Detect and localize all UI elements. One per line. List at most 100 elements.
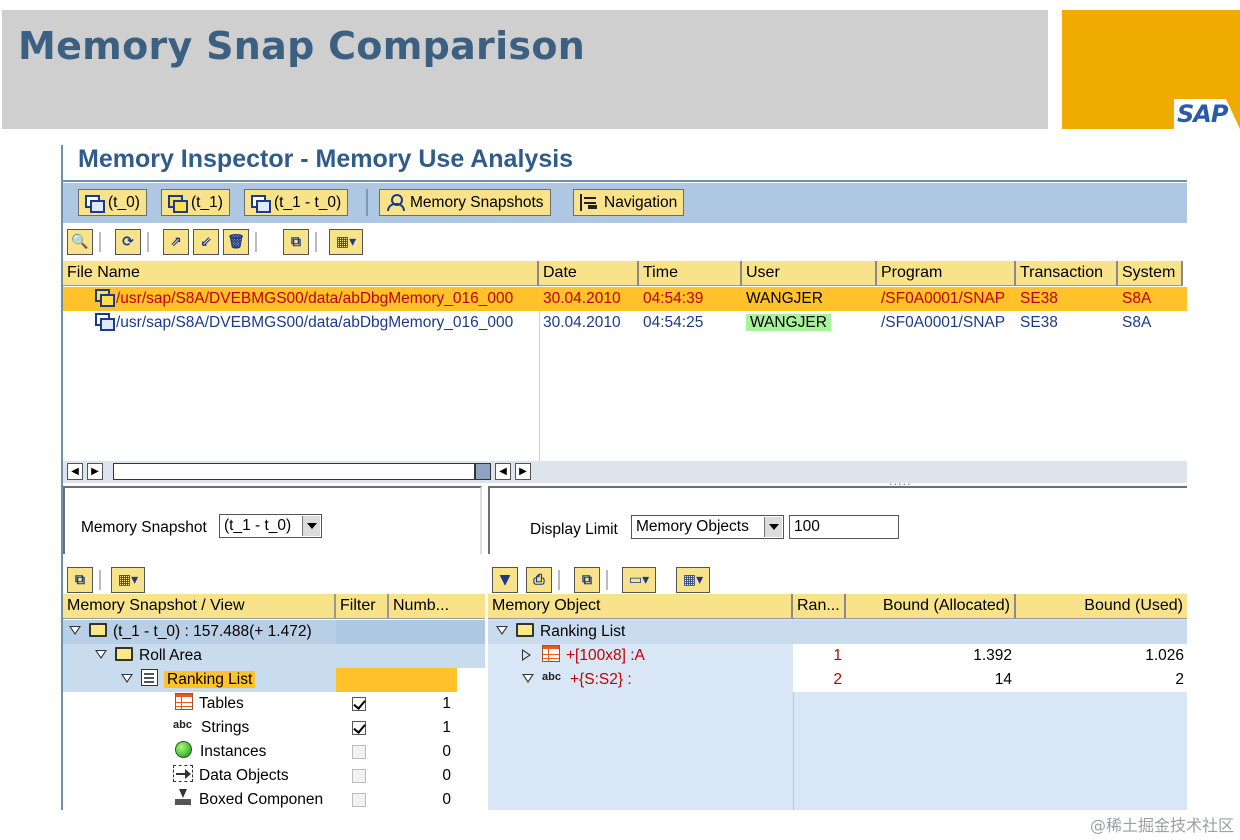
layout-button[interactable]: ▦▾ — [111, 567, 145, 593]
toolbar-separator — [99, 232, 101, 252]
find-button[interactable]: ⧉ — [283, 229, 309, 255]
expand-icon[interactable] — [121, 673, 133, 684]
tree-row-table-object[interactable]: +[100x8] :A 1 1.392 1.026 — [488, 644, 1187, 668]
display-limit-dropdown[interactable]: Memory Objects — [631, 515, 784, 539]
layout-button[interactable]: ▦▾ — [329, 229, 363, 255]
view-icon: ▭▾ — [628, 572, 650, 588]
tree-row-data-objects[interactable]: Data Objects 0 — [63, 764, 485, 788]
file-name: /usr/sap/S8A/DVEBMGS00/data/abDbgMemory_… — [116, 290, 514, 307]
tree-label: +[100x8] :A — [566, 647, 645, 664]
export-icon: ⇗ — [170, 234, 182, 250]
t0-button-label: (t_0) — [108, 193, 140, 211]
col-number[interactable]: Numb... — [389, 594, 485, 619]
scroll-left-button-2[interactable]: ◀ — [495, 463, 511, 480]
left-tree-header: Memory Snapshot / View Filter Numb... — [63, 594, 485, 619]
t1-button[interactable]: (t_1) — [161, 189, 230, 216]
display-limit-count-input[interactable]: 100 — [789, 515, 899, 539]
tree-cell — [336, 788, 389, 810]
t1-minus-t0-button[interactable]: (t_1 - t_0) — [244, 189, 349, 216]
tree-row-boxed-components[interactable]: Boxed Componen 0 — [63, 788, 485, 810]
tree-label: Ranking List — [540, 623, 626, 640]
scrollbar-thumb[interactable] — [475, 463, 491, 480]
col-memory-object[interactable]: Memory Object — [488, 594, 793, 619]
find-icon: ⧉ — [582, 572, 592, 588]
slide-header: Memory Snap Comparison — [2, 10, 1048, 129]
expand-icon[interactable] — [69, 625, 81, 636]
expand-icon[interactable] — [496, 625, 508, 636]
col-time[interactable]: Time — [639, 261, 742, 286]
col-file-name[interactable]: File Name — [63, 261, 539, 286]
file-name-cell: /usr/sap/S8A/DVEBMGS00/data/abDbgMemory_… — [63, 311, 539, 335]
col-program[interactable]: Program — [877, 261, 1016, 286]
layout-button[interactable]: ▦▾ — [676, 567, 710, 593]
export-button[interactable]: ⇗ — [163, 229, 189, 255]
filter-checkbox[interactable] — [352, 792, 366, 807]
sap-logo-text: SAP — [1177, 100, 1228, 128]
tree-row-strings[interactable]: abc Strings 1 — [63, 716, 485, 740]
print-icon: ⎙ — [533, 572, 545, 588]
col-snapshot-view[interactable]: Memory Snapshot / View — [63, 594, 336, 619]
tree-row-instances[interactable]: Instances 0 — [63, 740, 485, 764]
col-transaction[interactable]: Transaction — [1016, 261, 1118, 286]
main-toolbar: (t_0) (t_1) (t_1 - t_0) Memory Snapshots… — [63, 183, 1187, 223]
delete-button[interactable]: 🗑 — [223, 229, 249, 255]
filter-checkbox[interactable] — [352, 720, 366, 735]
filter-checkbox[interactable] — [352, 696, 366, 711]
delete-icon: 🗑 — [227, 234, 245, 250]
transaction-cell: SE38 — [1020, 314, 1058, 331]
tree-cell — [336, 692, 389, 716]
filter-checkbox[interactable] — [352, 744, 366, 759]
tree-cell: +[100x8] :A — [488, 644, 793, 668]
refresh-button[interactable]: ⟳ — [115, 229, 141, 255]
details-icon: 🔍 — [71, 234, 89, 250]
import-button[interactable]: ⇙ — [193, 229, 219, 255]
expand-icon[interactable] — [522, 673, 534, 684]
view-button[interactable]: ▭▾ — [622, 567, 656, 593]
col-system[interactable]: System — [1118, 261, 1183, 286]
date-cell: 30.04.2010 — [543, 314, 621, 331]
boxed-component-icon — [173, 789, 193, 806]
col-filter[interactable]: Filter — [336, 594, 389, 619]
right-tree-toolbar: ▼ ⎙ ⧉ ▭▾ ▦▾ — [488, 562, 1187, 593]
scrollbar-track[interactable] — [113, 463, 475, 480]
print-button[interactable]: ⎙ — [526, 567, 552, 593]
memory-snapshots-button[interactable]: Memory Snapshots — [379, 189, 551, 216]
collapsed-icon[interactable] — [522, 648, 532, 661]
tree-row-tables[interactable]: Tables 1 — [63, 692, 485, 716]
horizontal-scrollbar: ◀ ▶ ◀ ▶ ..... — [63, 461, 1187, 488]
find-button[interactable]: ⧉ — [67, 567, 93, 593]
tree-row-roll-area[interactable]: Roll Area — [63, 644, 485, 668]
scroll-right-button-2[interactable]: ▶ — [515, 463, 531, 480]
tree-row-string-object[interactable]: abc +{S:S2} : 2 14 2 — [488, 668, 1187, 692]
tree-cell: Roll Area — [63, 644, 336, 668]
find-icon: ⧉ — [291, 234, 301, 250]
table-row[interactable]: /usr/sap/S8A/DVEBMGS00/data/abDbgMemory_… — [63, 311, 1187, 335]
col-bound-allocated[interactable]: Bound (Allocated) — [846, 594, 1016, 619]
table-row[interactable]: /usr/sap/S8A/DVEBMGS00/data/abDbgMemory_… — [63, 287, 1187, 311]
rank-cell: 2 — [833, 671, 842, 688]
col-rank[interactable]: Ran... — [793, 594, 846, 619]
col-user[interactable]: User — [742, 261, 877, 286]
memory-snapshot-dropdown[interactable]: (t_1 - t_0) — [219, 514, 322, 538]
col-bound-used[interactable]: Bound (Used) — [1016, 594, 1187, 619]
tree-cell: Instances — [63, 740, 336, 764]
filter-checkbox[interactable] — [352, 768, 366, 783]
memory-object-tree: Memory Object Ran... Bound (Allocated) B… — [488, 594, 1187, 810]
col-date[interactable]: Date — [539, 261, 639, 286]
navigation-button[interactable]: Navigation — [573, 189, 685, 216]
scroll-right-button[interactable]: ▶ — [87, 463, 103, 480]
allocated-cell: 1.392 — [973, 647, 1012, 664]
expand-icon[interactable] — [95, 649, 107, 660]
tree-row-ranking-list[interactable]: Ranking List — [63, 668, 485, 692]
program-cell: /SF0A0001/SNAP — [881, 314, 1006, 331]
t0-button[interactable]: (t_0) — [78, 189, 147, 216]
tree-row-root[interactable]: (t_1 - t_0) : 157.488(+ 1.472) — [63, 620, 485, 644]
tree-row-ranking-list[interactable]: Ranking List — [488, 620, 1187, 644]
scroll-left-button[interactable]: ◀ — [67, 463, 83, 480]
chevron-down-icon — [302, 516, 320, 536]
tree-cell: Data Objects — [63, 764, 336, 788]
filter-button[interactable]: ▼ — [492, 567, 518, 593]
number-cell: 1 — [442, 719, 451, 736]
details-button[interactable]: 🔍 — [67, 229, 93, 255]
find-button[interactable]: ⧉ — [574, 567, 600, 593]
